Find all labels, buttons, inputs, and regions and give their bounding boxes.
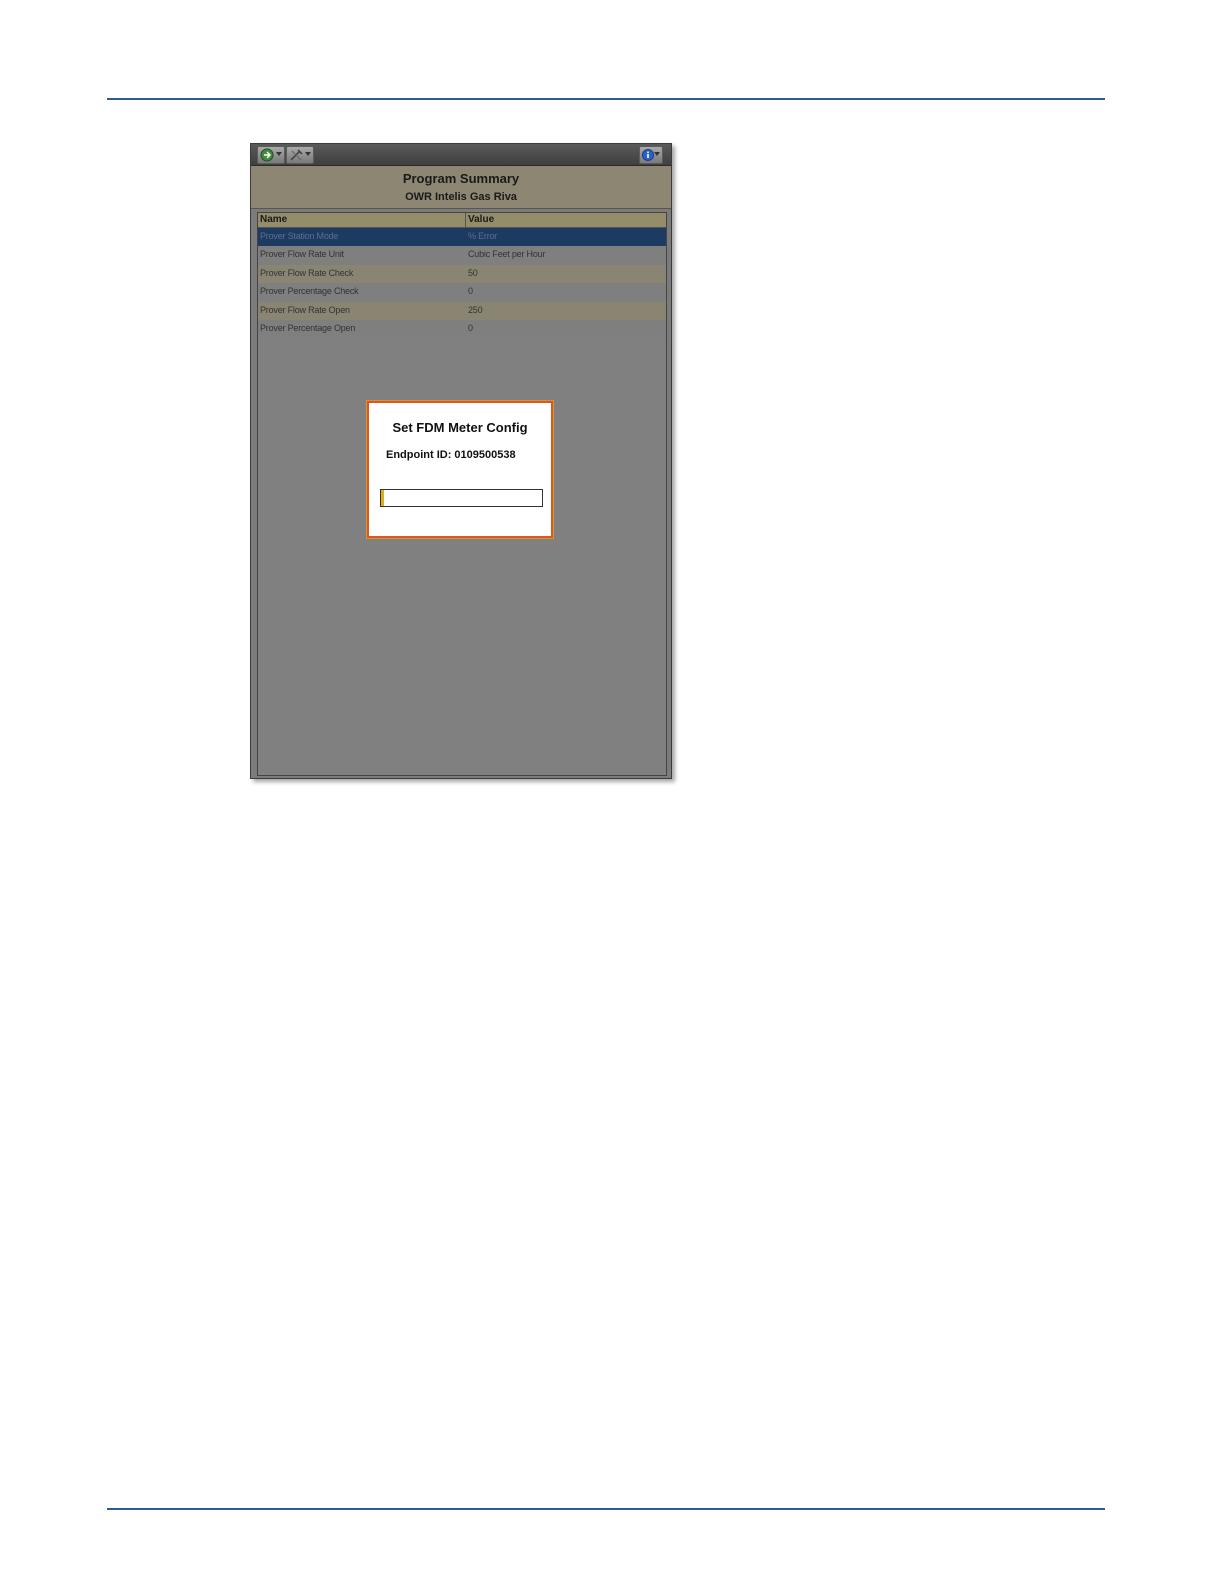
row-value: 50: [468, 267, 478, 278]
dialog-title: Set FDM Meter Config: [392, 420, 528, 435]
window-subtitle: OWR Intelis Gas Riva: [405, 191, 517, 203]
table-row[interactable]: Prover Station Mode % Error: [258, 228, 666, 247]
progress-fill: [381, 490, 384, 506]
toolbar: [251, 144, 671, 166]
navigate-button[interactable]: [257, 146, 285, 164]
table-row[interactable]: Prover Flow Rate Check 50: [258, 264, 666, 284]
window-title: Program Summary: [402, 171, 520, 186]
row-name: Prover Flow Rate Unit: [260, 249, 344, 260]
tools-icon: [290, 149, 303, 161]
row-name: Prover Percentage Open: [260, 322, 356, 333]
endpoint-id-label: Endpoint ID: 0109500538: [386, 449, 516, 461]
row-name: Prover Percentage Check: [260, 286, 359, 297]
tools-button[interactable]: [286, 146, 314, 164]
progress-dialog: Set FDM Meter Config Endpoint ID: 010950…: [367, 401, 553, 538]
table-row[interactable]: Prover Percentage Open 0: [258, 319, 666, 339]
progress-bar: [380, 489, 543, 507]
row-value: 250: [468, 304, 483, 315]
table-row[interactable]: Prover Flow Rate Open 250: [258, 301, 666, 320]
column-divider: [465, 213, 466, 227]
row-value: Cubic Feet per Hour: [468, 249, 546, 260]
row-value: 0: [468, 322, 473, 333]
column-header-value[interactable]: Value: [468, 214, 494, 225]
row-value: % Error: [468, 231, 498, 241]
row-name: Prover Station Mode: [260, 231, 339, 241]
row-value: 0: [468, 286, 473, 297]
column-header-name[interactable]: Name: [260, 214, 287, 225]
row-name: Prover Flow Rate Check: [260, 267, 354, 278]
title-bar: Program Summary OWR Intelis Gas Riva: [251, 166, 671, 209]
row-name: Prover Flow Rate Open: [260, 304, 350, 315]
table-body: Prover Station Mode % Error Prover Flow …: [258, 228, 666, 339]
page-footer-rule: [107, 1508, 1105, 1510]
table-row[interactable]: Prover Flow Rate Unit Cubic Feet per Hou…: [258, 246, 666, 265]
table-header: Name Value: [258, 213, 666, 228]
page-header-rule: [107, 98, 1105, 100]
info-button[interactable]: [639, 146, 663, 164]
navigate-icon: [260, 148, 274, 162]
table-row[interactable]: Prover Percentage Check 0: [258, 283, 666, 302]
